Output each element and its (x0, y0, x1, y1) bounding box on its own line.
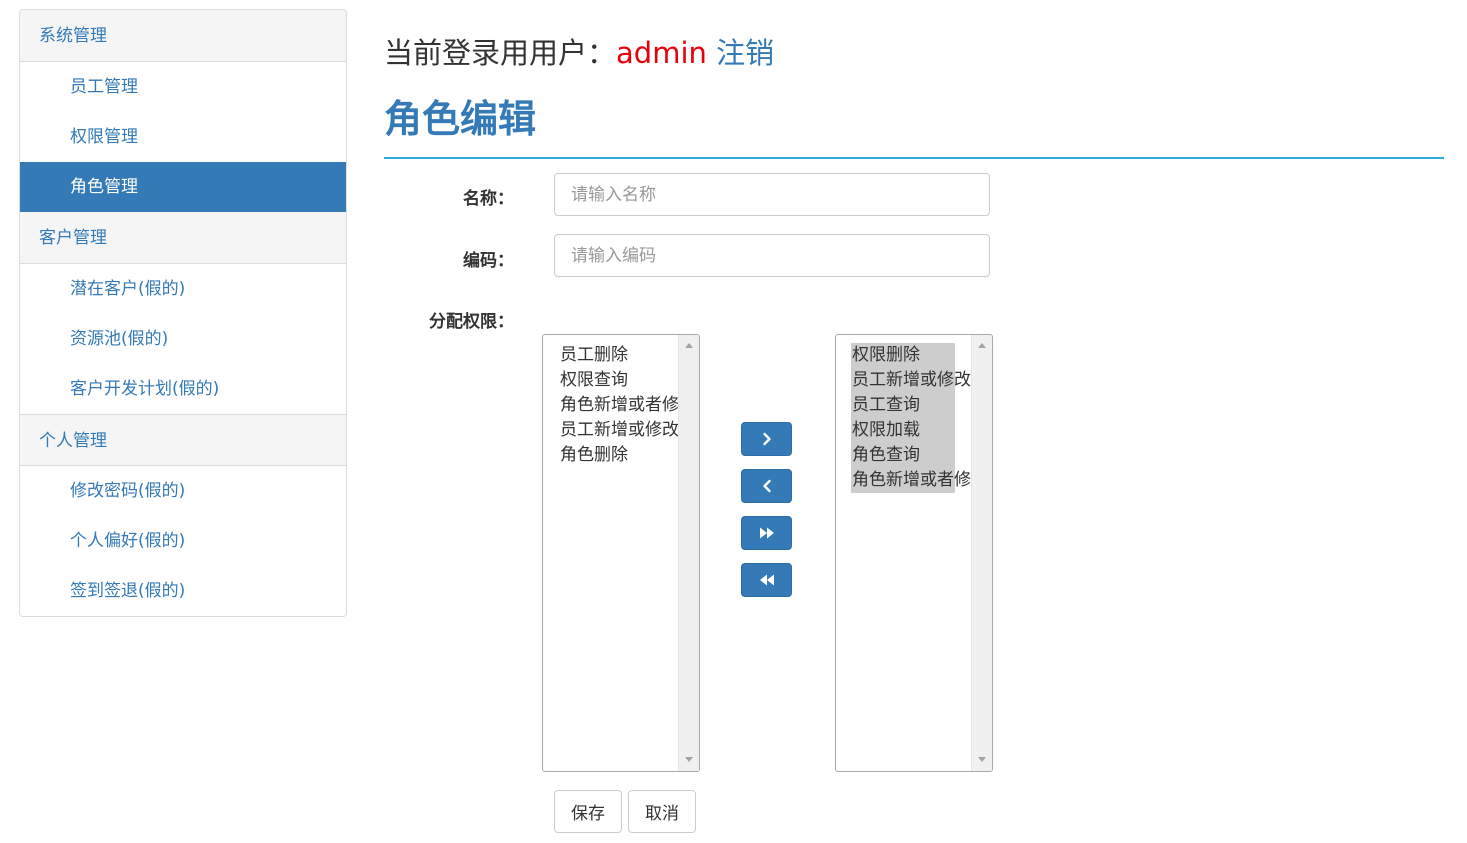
logout-link[interactable]: 注销 (716, 36, 774, 70)
permission-option[interactable]: 权限加载 (836, 418, 972, 443)
save-button[interactable]: 保存 (554, 790, 622, 833)
permission-option[interactable]: 角色新增或者修改 (836, 468, 972, 493)
available-permissions-options: 员工删除权限查询角色新增或者修改员工新增或修改角色删除 (543, 343, 679, 468)
sidebar-item-check-in-out[interactable]: 签到签退(假的) (20, 566, 346, 616)
available-list-scrollbar[interactable] (678, 335, 699, 771)
sidebar-item-permission-management[interactable]: 权限管理 (20, 112, 346, 162)
login-prefix: 当前登录用用户： (384, 36, 617, 70)
permission-option[interactable]: 权限删除 (836, 343, 972, 368)
code-input[interactable] (554, 234, 990, 277)
chevron-right-icon (762, 432, 771, 446)
scroll-up-icon[interactable] (978, 343, 986, 348)
sidebar-group-personal[interactable]: 个人管理 (20, 414, 346, 466)
page-title: 角色编辑 (384, 97, 537, 141)
sidebar-group-customer[interactable]: 客户管理 (20, 212, 346, 264)
assign-permission-label: 分配权限： (429, 312, 514, 332)
selected-list-scrollbar[interactable] (971, 335, 992, 771)
permission-option[interactable]: 角色删除 (543, 443, 679, 468)
header-divider (384, 157, 1444, 159)
scroll-down-icon[interactable] (978, 757, 986, 762)
selected-permissions-options: 权限删除员工新增或修改员工查询权限加载角色查询角色新增或者修改 (836, 343, 972, 493)
permission-option-label: 角色新增或者修改 (851, 468, 972, 493)
move-all-right-button[interactable] (741, 516, 792, 550)
permission-option-label: 权限加载 (851, 418, 955, 443)
selected-permissions-list[interactable]: 权限删除员工新增或修改员工查询权限加载角色查询角色新增或者修改 (835, 334, 993, 772)
sidebar-item-resource-pool[interactable]: 资源池(假的) (20, 314, 346, 364)
login-status: 当前登录用用户：admin 注销 (384, 30, 774, 72)
double-chevron-right-icon (759, 527, 774, 539)
sidebar-menu: 系统管理 员工管理 权限管理 角色管理 客户管理 潜在客户(假的) 资源池(假的… (19, 9, 347, 617)
move-left-button[interactable] (741, 469, 792, 503)
permission-option[interactable]: 权限查询 (543, 368, 679, 393)
permission-option[interactable]: 员工查询 (836, 393, 972, 418)
chevron-left-icon (762, 479, 771, 493)
permission-option-label: 员工查询 (851, 393, 955, 418)
scroll-down-icon[interactable] (685, 757, 693, 762)
sidebar-item-change-password[interactable]: 修改密码(假的) (20, 466, 346, 516)
permission-option[interactable]: 角色查询 (836, 443, 972, 468)
sidebar-item-preferences[interactable]: 个人偏好(假的) (20, 516, 346, 566)
sidebar-group-system[interactable]: 系统管理 (20, 10, 346, 62)
name-label: 名称： (463, 189, 514, 209)
permission-option[interactable]: 角色新增或者修改 (543, 393, 679, 418)
scroll-up-icon[interactable] (685, 343, 693, 348)
sidebar-item-employee-management[interactable]: 员工管理 (20, 62, 346, 112)
move-all-left-button[interactable] (741, 563, 792, 597)
permission-option-label: 权限删除 (851, 343, 955, 368)
move-right-button[interactable] (741, 422, 792, 456)
permission-option[interactable]: 员工删除 (543, 343, 679, 368)
name-input[interactable] (554, 173, 990, 216)
permission-option-label: 员工新增或修改 (851, 368, 971, 393)
permission-option[interactable]: 员工新增或修改 (836, 368, 972, 393)
current-username: admin (616, 36, 707, 70)
sidebar-item-potential-customers[interactable]: 潜在客户(假的) (20, 264, 346, 314)
cancel-button[interactable]: 取消 (628, 790, 696, 833)
permission-option[interactable]: 员工新增或修改 (543, 418, 679, 443)
permission-option-label: 角色查询 (851, 443, 955, 468)
code-label: 编码： (463, 251, 514, 271)
sidebar-item-role-management[interactable]: 角色管理 (20, 162, 346, 212)
double-chevron-left-icon (759, 574, 774, 586)
sidebar-item-customer-dev-plan[interactable]: 客户开发计划(假的) (20, 364, 346, 414)
available-permissions-list[interactable]: 员工删除权限查询角色新增或者修改员工新增或修改角色删除 (542, 334, 700, 772)
